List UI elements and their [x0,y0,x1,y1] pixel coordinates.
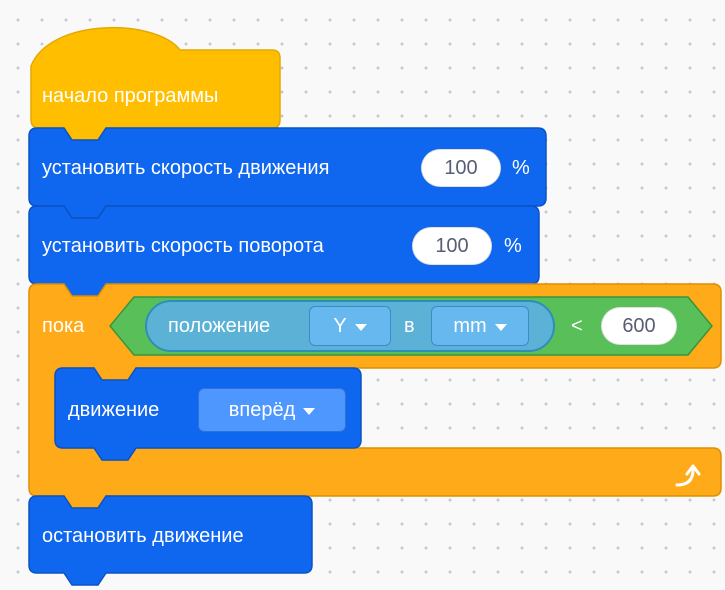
stop-label: остановить движение [42,525,244,547]
chevron-down-icon [303,407,316,415]
direction-value: вперёд [228,398,296,421]
in-label: в [404,315,415,337]
start-label: начало программы [42,85,219,107]
unit-value: mm [453,314,487,337]
set-move-speed-label: установить скорость движения [42,157,330,179]
compare-value-input[interactable]: 600 [601,307,677,345]
code-workspace[interactable]: начало программы установить скорость дви… [0,0,725,590]
position-label: положение [168,315,271,337]
unit-dropdown[interactable]: mm [431,306,529,346]
direction-dropdown[interactable]: вперёд [198,388,346,432]
less-than-operator: < [571,315,583,337]
move-speed-unit: % [512,157,530,179]
turn-speed-input[interactable]: 100 [412,227,492,265]
while-label: пока [42,315,85,337]
axis-value: Y [333,314,347,337]
chevron-down-icon [354,323,367,331]
set-turn-speed-label: установить скорость поворота [42,235,324,257]
chevron-down-icon [494,323,507,331]
axis-dropdown[interactable]: Y [309,306,391,346]
turn-speed-unit: % [504,235,522,257]
move-speed-input[interactable]: 100 [421,149,501,187]
move-label: движение [68,399,160,421]
